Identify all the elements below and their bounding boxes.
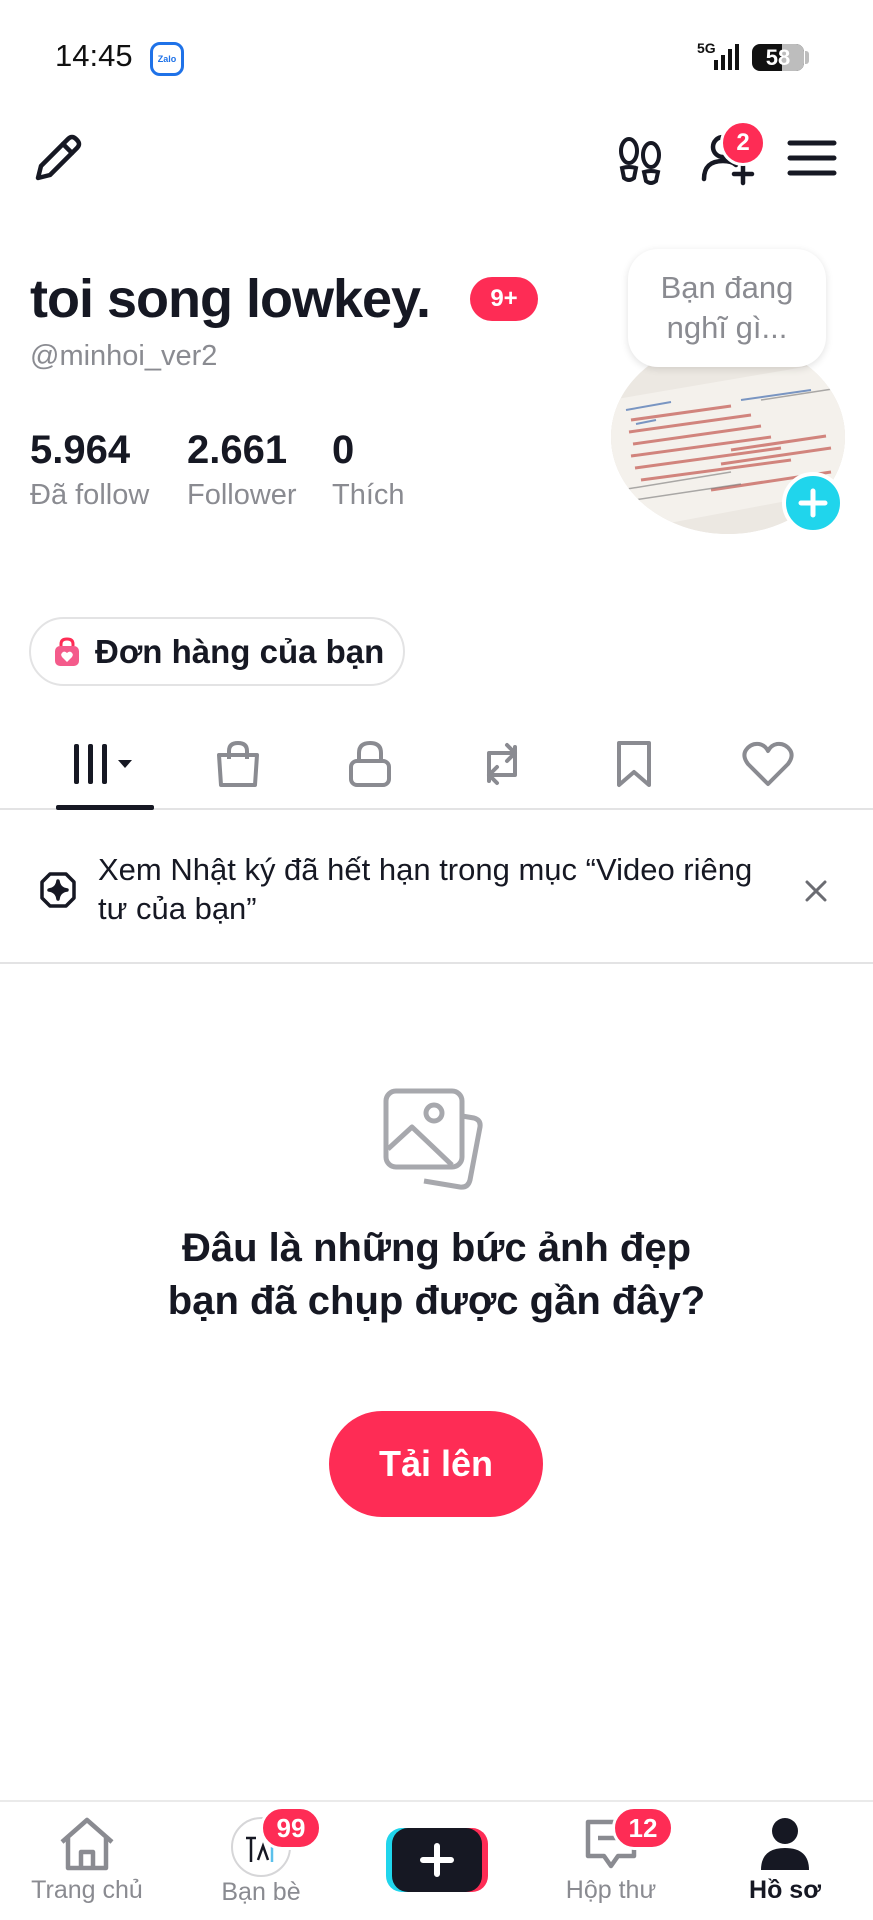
nav-home-label: Trang chủ — [31, 1876, 143, 1904]
edit-profile-button[interactable] — [28, 128, 88, 188]
photos-icon — [383, 1088, 483, 1190]
bookmark-icon — [617, 741, 651, 787]
create-plus-icon — [386, 1828, 488, 1892]
tab-liked[interactable] — [718, 720, 818, 808]
battery-cap — [805, 51, 809, 64]
friends-badge: 99 — [260, 1806, 322, 1850]
following-count: 5.964 — [30, 428, 131, 472]
tab-favorites[interactable] — [584, 720, 684, 808]
following-label: Đã follow — [30, 479, 150, 511]
nav-home[interactable]: Trang chủ — [0, 1802, 174, 1920]
display-name: toi song lowkey. — [30, 269, 431, 329]
tab-private[interactable] — [320, 720, 420, 808]
sparkle-badge-icon — [40, 872, 76, 908]
bottom-navigation: Trang chủ Bạn bè 99 Hộp thư 12 Hồ sơ — [0, 1800, 873, 1920]
followers-label: Follower — [187, 479, 297, 511]
your-orders-button[interactable]: Đơn hàng của bạn — [29, 617, 405, 686]
followers-stat[interactable]: 2.661 Follower — [187, 428, 297, 512]
followers-count: 2.661 — [187, 428, 288, 472]
shopping-bag-heart-icon — [55, 636, 79, 666]
status-time: 14:45 — [55, 38, 133, 73]
likes-label: Thích — [332, 479, 405, 511]
hamburger-menu-icon — [787, 140, 837, 176]
nav-profile-label: Hồ sơ — [749, 1876, 821, 1904]
thought-bubble[interactable]: Bạn đang nghĩ gì... — [628, 249, 826, 367]
shopping-bag-icon — [217, 741, 259, 787]
tab-reposts[interactable] — [452, 720, 552, 808]
heart-icon — [742, 741, 794, 786]
dismiss-notice-button[interactable] — [796, 871, 836, 911]
lock-icon — [349, 741, 391, 787]
tab-shop[interactable] — [188, 720, 288, 808]
close-icon — [805, 880, 827, 902]
zalo-icon-label: Zalo — [157, 54, 177, 64]
plus-icon — [798, 488, 828, 518]
zalo-app-icon: Zalo — [150, 42, 184, 76]
notice-text[interactable]: Xem Nhật ký đã hết hạn trong mục “Video … — [98, 850, 778, 928]
repost-icon — [487, 743, 517, 785]
nav-friends-label: Bạn bè — [221, 1878, 301, 1906]
your-orders-label: Đơn hàng của bạn — [95, 632, 385, 670]
footprints-icon — [619, 137, 661, 185]
pencil-icon — [35, 134, 82, 181]
battery-icon: 58 — [752, 44, 804, 71]
nav-profile[interactable]: Hồ sơ — [698, 1802, 872, 1920]
signal-icon — [714, 44, 739, 70]
grid-icon — [74, 744, 132, 784]
likes-count: 0 — [332, 428, 355, 472]
empty-state-title: Đâu là những bức ảnh đẹp bạn đã chụp đượ… — [167, 1226, 706, 1323]
add-story-button[interactable] — [782, 472, 844, 534]
thought-bubble-text: Bạn đang nghĩ gì... — [660, 270, 794, 345]
battery-level: 58 — [765, 44, 791, 70]
friend-requests-badge: 2 — [720, 120, 766, 166]
profile-views-button[interactable] — [610, 130, 670, 190]
tab-videos[interactable] — [56, 720, 156, 810]
active-tab-indicator — [56, 805, 154, 810]
notifications-badge[interactable]: 9+ — [470, 277, 538, 321]
home-icon — [60, 1817, 114, 1871]
likes-stat[interactable]: 0 Thích — [332, 428, 405, 512]
content-tabs — [0, 720, 873, 810]
upload-button[interactable]: Tải lên — [329, 1411, 543, 1517]
menu-button[interactable] — [782, 128, 842, 188]
profile-icon — [761, 1818, 809, 1870]
inbox-badge: 12 — [612, 1806, 674, 1850]
create-button[interactable] — [386, 1828, 488, 1892]
following-stat[interactable]: 5.964 Đã follow — [30, 428, 149, 512]
username: @minhoi_ver2 — [30, 340, 218, 372]
nav-inbox-label: Hộp thư — [565, 1876, 657, 1904]
